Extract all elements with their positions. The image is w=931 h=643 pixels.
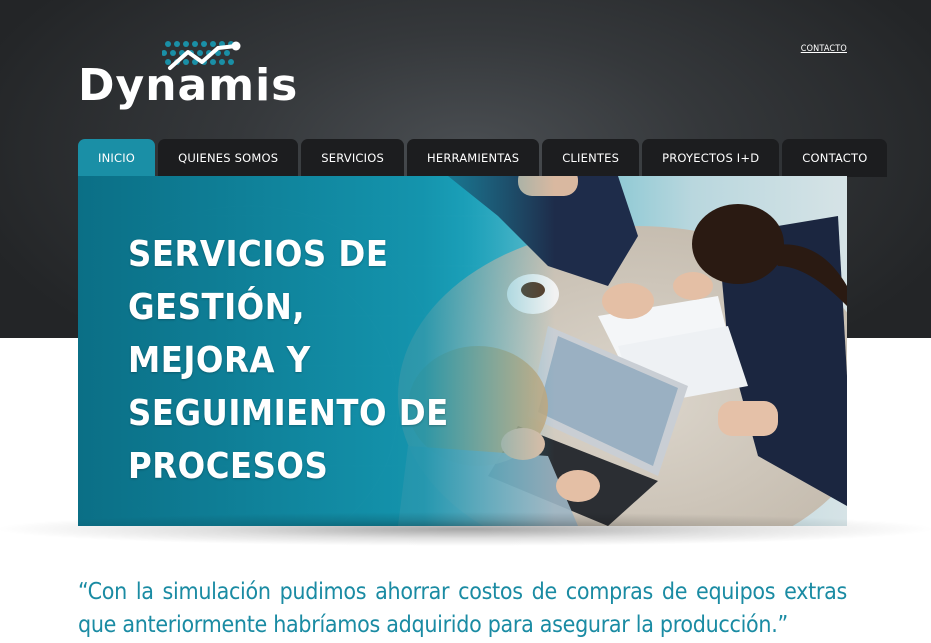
tab-servicios[interactable]: SERVICIOS [301,139,405,177]
tab-contacto[interactable]: CONTACTO [782,139,888,177]
tab-inicio[interactable]: INICIO [78,139,156,177]
tab-herramientas[interactable]: HERRAMIENTAS [407,139,540,177]
logo[interactable]: Dynamis [78,36,297,120]
tab-clientes[interactable]: CLIENTES [542,139,640,177]
header-contact-link[interactable]: CONTACTO [801,44,847,54]
main-nav: INICIO QUIENES SOMOS SERVICIOS HERRAMIEN… [78,139,888,177]
hero-banner: SERVICIOS DE GESTIÓN, MEJORA Y SEGUIMIEN… [78,176,847,526]
tab-quienes-somos[interactable]: QUIENES SOMOS [158,139,299,177]
logo-text: Dynamis [78,60,299,111]
hero-title: SERVICIOS DE GESTIÓN, MEJORA Y SEGUIMIEN… [128,234,449,487]
tab-proyectos-id[interactable]: PROYECTOS I+D [642,139,780,177]
testimonial-quote: “Con la simulación pudimos ahorrar costo… [78,579,847,638]
hero-shadow [0,512,931,546]
